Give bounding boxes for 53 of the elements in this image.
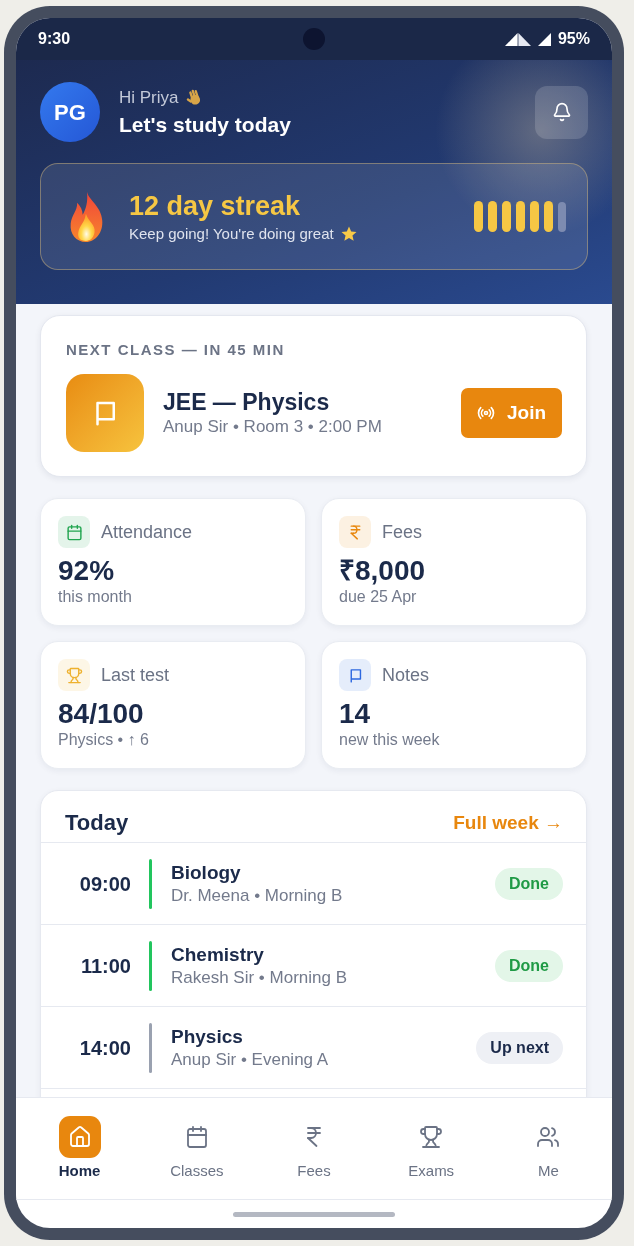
stat-value: 92% xyxy=(58,555,116,587)
stat-label: Last test xyxy=(101,664,170,686)
flag-icon xyxy=(66,374,144,452)
stat-subtext: new this week xyxy=(339,730,441,750)
stat-subtext: due 25 Apr xyxy=(339,587,418,607)
stat-value: 14 xyxy=(339,698,372,730)
bell-icon xyxy=(551,102,572,122)
class-info: Anup Sir • Evening A xyxy=(171,1048,329,1071)
status-badge: Done xyxy=(495,867,563,900)
broadcast-icon xyxy=(476,404,495,422)
avatar: PG xyxy=(40,82,100,142)
headline: Let's study today xyxy=(119,111,291,138)
class-info: Dr. Meena • Morning B xyxy=(171,884,343,907)
stat-label: Fees xyxy=(382,521,423,543)
people-icon xyxy=(536,1125,561,1149)
section-title: Today xyxy=(65,809,129,836)
nav-tab[interactable]: Me xyxy=(489,1116,607,1184)
subject-name: Chemistry xyxy=(171,942,265,967)
streak-subtitle: Keep going! You're doing great xyxy=(129,223,334,244)
next-class-label: NEXT CLASS — IN 45 MIN xyxy=(66,341,286,359)
stat-label: Notes xyxy=(382,664,430,686)
full-week-link[interactable]: Full week → xyxy=(453,810,563,835)
battery-percent: 95% xyxy=(557,29,590,49)
stat-value: ₹8,000 xyxy=(339,555,427,587)
notifications-button[interactable] xyxy=(535,85,588,139)
class-info: Rakesh Sir • Morning B xyxy=(171,966,348,989)
nav-tab[interactable]: Home xyxy=(21,1116,139,1184)
stat-value: 84/100 xyxy=(58,698,145,730)
streak-title: 12 day streak xyxy=(129,189,302,222)
home-icon xyxy=(58,1116,101,1158)
class-title: JEE — Physics xyxy=(163,388,331,416)
calendar-icon xyxy=(184,1125,209,1149)
greeting-text: Hi Priya xyxy=(119,86,179,109)
class-time: 11:00 xyxy=(79,953,131,978)
trophy-icon xyxy=(419,1125,444,1149)
nav-tab[interactable]: Classes xyxy=(138,1116,256,1184)
camera-cutout xyxy=(303,28,325,50)
join-button[interactable]: Join xyxy=(461,388,562,438)
class-time: 09:00 xyxy=(78,871,131,896)
stat-label: Attendance xyxy=(101,521,193,543)
stat-subtext: Physics • ↑ 6 xyxy=(58,730,150,750)
stat-subtext: this month xyxy=(58,587,133,607)
status-badge: Done xyxy=(495,949,563,982)
nav-tab[interactable]: Exams xyxy=(372,1116,490,1184)
wifi-icon xyxy=(504,32,531,46)
subject-name: Physics xyxy=(171,1024,244,1049)
subject-name: Biology xyxy=(171,860,242,885)
nav-tab[interactable]: Fees xyxy=(255,1116,373,1184)
class-time: 14:00 xyxy=(78,1035,131,1060)
class-details: Anup Sir • Room 3 • 2:00 PM xyxy=(163,416,382,438)
signal-icon xyxy=(537,32,551,46)
status-time: 9:30 xyxy=(38,29,71,49)
status-badge: Up next xyxy=(476,1031,563,1064)
